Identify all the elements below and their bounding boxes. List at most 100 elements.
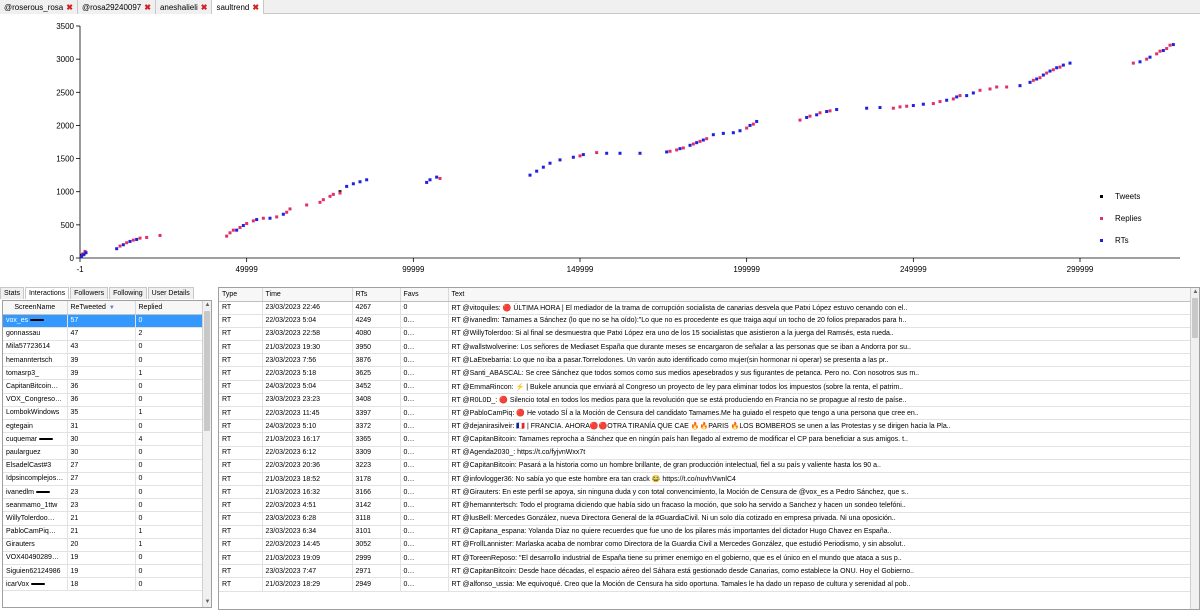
table-row[interactable]: LombokWindows 35 1 (3, 406, 204, 421)
subtab-following[interactable]: Following (109, 287, 147, 299)
screenname-cell: paularguez (3, 445, 68, 460)
table-row[interactable]: cuquemar 30 4 (3, 432, 204, 447)
scroll-down-icon[interactable]: ▼ (203, 598, 211, 607)
time-cell: 22/03/2023 5:18 (262, 366, 353, 381)
tab-0[interactable]: @roserous_rosa ✖ (0, 0, 78, 14)
table-row[interactable]: VOX_Congreso 36 0 (3, 393, 204, 407)
table-row[interactable]: ElsadelCast#3 27 0 (3, 459, 204, 473)
favs-cell: 0 (400, 419, 449, 434)
time-cell: 23/03/2023 7:47 (262, 564, 353, 579)
column-header-retweeted[interactable]: ReTweeted ▼ (67, 301, 136, 315)
table-row[interactable]: RT 23/03/2023 23:23 3408 0 RT @R0L0D_: 🔴 Sil… (219, 393, 1192, 408)
data-point-replies (321, 198, 325, 202)
table-row[interactable]: RT 23/03/2023 7:56 3876 0 RT @LaEtxebarria: … (219, 353, 1192, 368)
tweets-scrollbar[interactable]: ▲ (1190, 288, 1199, 609)
table-row[interactable]: RT 21/03/2023 16:32 3166 0 RT @Girauters: En… (219, 485, 1192, 500)
table-row[interactable]: Mila57723614 43 0 (3, 340, 204, 355)
interactions-grid[interactable]: ScreenName ReTweeted ▼ Replied vox_es 57 0 g… (2, 300, 212, 608)
table-row[interactable]: CapitanBitcoin 36 0 (3, 379, 204, 394)
column-header-rts[interactable]: RTs (352, 288, 401, 302)
table-row[interactable]: RT 24/03/2023 5:04 3452 0 RT @EmmaRincon: ⚡ … (219, 380, 1192, 394)
data-point-replies (828, 109, 832, 113)
data-point-rts (115, 247, 119, 251)
retweeted-cell: 36 (67, 393, 136, 407)
data-point-replies (595, 151, 599, 155)
column-header-time[interactable]: Time (262, 288, 353, 302)
data-point-replies (681, 146, 685, 150)
close-icon[interactable]: ✖ (252, 3, 259, 12)
table-row[interactable]: vox_es 57 0 (3, 314, 204, 328)
table-row[interactable]: RT 21/03/2023 19:30 3950 0 RT @wallstwolveri… (219, 340, 1192, 355)
table-row[interactable]: ivanedlm 23 0 (3, 485, 204, 500)
table-row[interactable]: WillyTolerdoo 21 0 (3, 511, 204, 526)
redaction-mark (433, 556, 447, 559)
favs-text: 0 (403, 528, 408, 536)
data-point-rts (878, 106, 882, 110)
column-header-text[interactable]: Text (448, 288, 1192, 302)
table-row[interactable]: VOX40490289 19 0 (3, 551, 204, 566)
scrollbar-thumb[interactable] (204, 311, 210, 431)
type-cell: RT (219, 419, 263, 434)
subtab-user-details[interactable]: User Details (147, 287, 194, 299)
text-cell: RT @dejanirasilveir: 🇫🇷 | FRANCIA. AHORA… (448, 419, 1192, 434)
favs-text: 0 (403, 343, 408, 351)
table-row[interactable]: RT 21/03/2023 19:09 2999 0 RT @ToreenReposo:… (219, 551, 1192, 566)
retweeted-cell: 35 (67, 406, 136, 421)
close-icon[interactable]: ✖ (144, 3, 151, 12)
data-point-rts (825, 110, 829, 114)
table-row[interactable]: RT 21/03/2023 16:17 3365 0 RT @CapitanBitcoi… (219, 432, 1192, 447)
table-row[interactable]: hemanntertsch 39 0 (3, 353, 204, 368)
table-row[interactable]: icarVox 18 0 (3, 577, 204, 592)
table-row[interactable]: seanmamo_1ttw 23 0 (3, 498, 204, 513)
tweets-grid[interactable]: Type Time RTs Favs Text RT 23/03/2023 22:… (218, 287, 1200, 610)
tab-2[interactable]: aneshalieli ✖ (155, 0, 213, 14)
scroll-up-icon[interactable]: ▲ (203, 301, 211, 310)
table-row[interactable]: RT 22/03/2023 4:51 3142 0 RT @hemanntertsch:… (219, 498, 1192, 513)
tab-3[interactable]: saultrend ✖ (212, 0, 265, 14)
close-icon[interactable]: ✖ (201, 3, 208, 12)
table-row[interactable]: Siguien62124986 19 0 (3, 564, 204, 579)
table-row[interactable]: RT 23/03/2023 22:58 4080 0 RT @WillyTolerdoo… (219, 327, 1192, 342)
table-row[interactable]: RT 22/03/2023 11:45 3397 0 RT @PabloCamPiq: … (219, 406, 1192, 421)
column-header-type[interactable]: Type (219, 288, 263, 302)
table-row[interactable]: RT 22/03/2023 20:36 3223 0 RT @CapitanBitcoi… (219, 459, 1192, 473)
screenname-text: Girauters (6, 541, 35, 549)
tab-1[interactable]: @rosa29240097 ✖ (77, 0, 156, 14)
subtab-stats[interactable]: Stats (0, 287, 24, 299)
table-row[interactable]: RT 22/03/2023 6:12 3309 0 RT @Agenda2030_: h… (219, 446, 1192, 460)
close-icon[interactable]: ✖ (66, 3, 73, 12)
time-cell: 24/03/2023 5:10 (262, 419, 353, 434)
table-row[interactable]: Idpsincomplejos 27 0 (3, 472, 204, 486)
table-row[interactable]: RT 23/03/2023 6:28 3118 0 RT @lusBell: Merce… (219, 512, 1192, 526)
favs-cell: 0 (400, 577, 449, 592)
data-point-replies (158, 233, 162, 237)
favs-text: 0 (403, 409, 408, 417)
table-row[interactable]: RT 23/03/2023 22:46 4267 0 RT @vitoquiles: 🔴… (219, 301, 1192, 315)
table-row[interactable]: RT 22/03/2023 14:45 3052 0 RT @FrollLanniste… (219, 538, 1192, 553)
table-row[interactable]: RT 22/03/2023 5:18 3625 0 RT @Santi_ABASCAL:… (219, 366, 1192, 381)
table-row[interactable]: PabloCamPiq 21 1 (3, 525, 204, 539)
screenname-text: hemanntertsch (6, 356, 53, 364)
column-header-replied[interactable]: Replied (135, 301, 204, 315)
table-row[interactable]: gonnassau 47 2 (3, 327, 204, 341)
table-row[interactable]: RT 23/03/2023 6:34 3101 0 RT @Capitana_espan… (219, 525, 1192, 539)
table-row[interactable]: egtegain 31 0 (3, 419, 204, 434)
table-row[interactable]: paularguez 30 0 (3, 445, 204, 460)
table-row[interactable]: RT 21/03/2023 18:52 3178 0 RT @infovlogger36… (219, 472, 1192, 487)
column-header-screenname[interactable]: ScreenName (3, 301, 68, 315)
favs-cell: 0 (400, 525, 449, 539)
scroll-up-icon[interactable]: ▲ (1191, 288, 1199, 297)
subtab-interactions[interactable]: Interactions (24, 287, 70, 299)
data-point-replies (698, 139, 702, 143)
table-row[interactable]: tomasrp3_ 39 1 (3, 366, 204, 381)
scrollbar-thumb[interactable] (1192, 298, 1198, 338)
table-row[interactable]: RT 24/03/2023 5:10 3372 0 RT @dejanirasilvei… (219, 419, 1192, 434)
table-row[interactable]: RT 21/03/2023 18:29 2949 0 RT @alfonso_ussia… (219, 577, 1192, 592)
interactions-scrollbar[interactable]: ▲ ▼ (202, 301, 211, 607)
column-header-favs[interactable]: Favs (400, 288, 449, 302)
table-row[interactable]: RT 22/03/2023 5:04 4249 0 RT @ivanedlm: Tama… (219, 314, 1192, 328)
table-row[interactable]: RT 23/03/2023 7:47 2971 0 RT @CapitanBitcoin… (219, 564, 1192, 579)
subtab-followers[interactable]: Followers (70, 287, 109, 299)
text-cell: RT @PabloCamPiq: 🔴 He votado SÍ a la Moc… (448, 406, 1192, 421)
table-row[interactable]: Girauters 20 1 (3, 538, 204, 552)
